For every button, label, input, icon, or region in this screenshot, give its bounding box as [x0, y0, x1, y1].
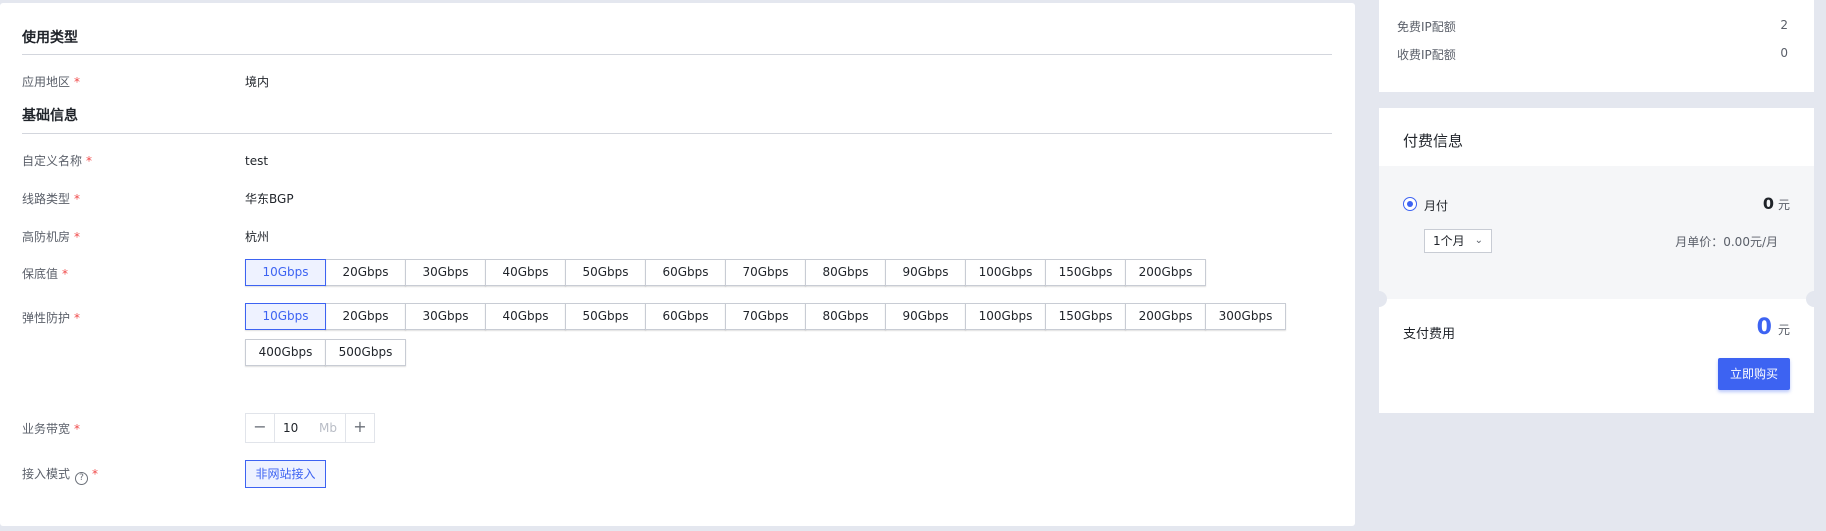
elastic-option[interactable]: 30Gbps — [405, 303, 486, 330]
elastic-options: 10Gbps 20Gbps 30Gbps 40Gbps 50Gbps 60Gbp… — [245, 303, 1305, 375]
paid-quota-label: 收费IP配额 — [1397, 48, 1456, 62]
elastic-option[interactable]: 80Gbps — [805, 303, 886, 330]
free-quota-value: 2 — [1780, 18, 1788, 32]
elastic-option[interactable]: 100Gbps — [965, 303, 1046, 330]
bandwidth-value: 10 — [283, 421, 299, 435]
region-value: 境内 — [245, 75, 270, 89]
ticket-notch — [1371, 291, 1387, 307]
free-quota-label: 免费IP配额 — [1397, 20, 1456, 34]
chevron-down-icon: ⌄ — [1474, 235, 1483, 246]
access-mode-option[interactable]: 非网站接入 — [245, 460, 326, 488]
increment-button[interactable]: + — [346, 414, 374, 442]
guarantee-option[interactable]: 150Gbps — [1045, 259, 1126, 286]
unit-price: 月单价：0.00元/月 — [1675, 235, 1778, 249]
payment-plan-box: 月付 0元 1个月 ⌄ 月单价：0.00元/月 — [1379, 166, 1814, 299]
datacenter-value: 杭州 — [245, 230, 270, 244]
divider — [22, 133, 1332, 134]
usage-section-title: 使用类型 — [22, 30, 78, 46]
elastic-option[interactable]: 300Gbps — [1205, 303, 1286, 330]
plan-price: 0元 — [1762, 194, 1790, 213]
elastic-option[interactable]: 90Gbps — [885, 303, 966, 330]
guarantee-option[interactable]: 200Gbps — [1125, 259, 1206, 286]
elastic-label: 弹性防护 * — [22, 311, 81, 325]
elastic-option[interactable]: 20Gbps — [325, 303, 406, 330]
paid-quota-row: 收费IP配额 0 — [1397, 46, 1788, 63]
guarantee-option[interactable]: 80Gbps — [805, 259, 886, 286]
guarantee-option[interactable]: 100Gbps — [965, 259, 1046, 286]
elastic-option[interactable]: 400Gbps — [245, 339, 326, 366]
elastic-option[interactable]: 200Gbps — [1125, 303, 1206, 330]
name-label: 自定义名称 * — [22, 154, 93, 168]
line-type-value: 华东BGP — [245, 192, 294, 206]
ticket-notch — [1806, 291, 1822, 307]
name-value: test — [245, 154, 269, 168]
buy-now-button[interactable]: 立即购买 — [1718, 358, 1790, 390]
elastic-option[interactable]: 150Gbps — [1045, 303, 1126, 330]
bandwidth-input[interactable]: 10 Mb — [274, 414, 346, 442]
total-value: 0元 — [1756, 315, 1790, 340]
free-quota-row: 免费IP配额 2 — [1397, 18, 1788, 35]
guarantee-option[interactable]: 60Gbps — [645, 259, 726, 286]
total-label: 支付费用 — [1403, 327, 1456, 342]
basic-section-title: 基础信息 — [22, 108, 78, 124]
guarantee-option[interactable]: 50Gbps — [565, 259, 646, 286]
monthly-label: 月付 — [1424, 199, 1449, 213]
decrement-button[interactable]: − — [246, 414, 274, 442]
elastic-option[interactable]: 40Gbps — [485, 303, 566, 330]
monthly-radio[interactable] — [1403, 197, 1417, 211]
bandwidth-stepper: − 10 Mb + — [245, 413, 375, 443]
guarantee-label: 保底值 * — [22, 267, 69, 281]
region-label: 应用地区 * — [22, 75, 81, 89]
elastic-option[interactable]: 10Gbps — [245, 303, 326, 330]
guarantee-option[interactable]: 20Gbps — [325, 259, 406, 286]
elastic-option[interactable]: 70Gbps — [725, 303, 806, 330]
access-mode-label: 接入模式? * — [22, 467, 99, 485]
bandwidth-unit: Mb — [319, 421, 337, 435]
quota-card: 免费IP配额 2 收费IP配额 0 — [1379, 0, 1814, 92]
paid-quota-value: 0 — [1780, 46, 1788, 60]
duration-select[interactable]: 1个月 ⌄ — [1424, 229, 1492, 253]
elastic-option[interactable]: 50Gbps — [565, 303, 646, 330]
guarantee-option[interactable]: 10Gbps — [245, 259, 326, 286]
elastic-option[interactable]: 60Gbps — [645, 303, 726, 330]
line-type-label: 线路类型 * — [22, 192, 81, 206]
guarantee-options: 10Gbps 20Gbps 30Gbps 40Gbps 50Gbps 60Gbp… — [245, 259, 1305, 295]
bandwidth-label: 业务带宽 * — [22, 422, 81, 436]
guarantee-option[interactable]: 70Gbps — [725, 259, 806, 286]
payment-title: 付费信息 — [1403, 132, 1464, 150]
guarantee-option[interactable]: 90Gbps — [885, 259, 966, 286]
guarantee-option[interactable]: 40Gbps — [485, 259, 566, 286]
divider — [22, 54, 1332, 55]
guarantee-option[interactable]: 30Gbps — [405, 259, 486, 286]
payment-card: 付费信息 月付 0元 1个月 ⌄ 月单价：0.00元/月 支付费用 0元 立即购… — [1371, 108, 1822, 413]
config-panel: 使用类型 应用地区 * 境内 基础信息 自定义名称 * test 线路类型 * 华东B… — [0, 3, 1355, 526]
datacenter-label: 高防机房 * — [22, 230, 81, 244]
elastic-option[interactable]: 500Gbps — [325, 339, 406, 366]
help-icon[interactable]: ? — [75, 472, 89, 485]
